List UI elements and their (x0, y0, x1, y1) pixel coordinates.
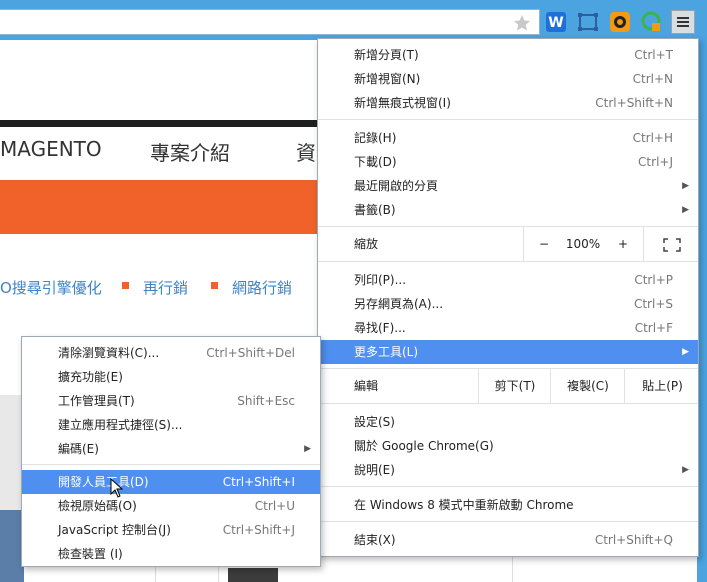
menu-item-view-source[interactable]: 檢視原始碼(O) Ctrl+U (22, 494, 320, 518)
zoom-level: 100% (565, 237, 601, 251)
zoom-out-button[interactable]: − (523, 227, 564, 261)
menu-item-new-incognito-window[interactable]: 新增無痕式視窗(I) Ctrl+Shift+N (318, 91, 698, 115)
menu-item-find[interactable]: 尋找(F)... Ctrl+F (318, 316, 698, 340)
edit-label: 編輯 (354, 379, 379, 393)
star-icon[interactable] (512, 13, 532, 33)
green-extension-icon[interactable] (640, 11, 662, 33)
svg-text:W: W (548, 15, 563, 31)
menu-item-inspect-devices[interactable]: 檢查裝置 (I) (22, 542, 320, 566)
menu-separator (318, 119, 698, 120)
subnav-link-marketing[interactable]: 網路行銷 (232, 277, 292, 298)
zoom-label: 縮放 (354, 237, 379, 251)
chevron-right-icon: ▶ (682, 465, 689, 475)
menu-separator (318, 486, 698, 487)
menu-separator (318, 261, 698, 262)
fullscreen-button[interactable] (643, 227, 700, 261)
nav-link-projects[interactable]: 專案介紹 (150, 137, 230, 166)
bullet-icon (211, 282, 218, 289)
subnav-link-seo[interactable]: O搜尋引擎優化 (0, 277, 102, 298)
menu-item-save-page-as[interactable]: 另存網頁為(A)... Ctrl+S (318, 292, 698, 316)
menu-item-javascript-console[interactable]: JavaScript 控制台(J) Ctrl+Shift+J (22, 518, 320, 542)
w-extension-icon[interactable]: W (545, 11, 567, 33)
bullet-icon (122, 282, 129, 289)
zoom-row: 縮放 − 100% + (318, 227, 698, 261)
window-extension-icon[interactable] (577, 11, 599, 33)
menu-item-print[interactable]: 列印(P)... Ctrl+P (318, 268, 698, 292)
menu-item-recent-tabs[interactable]: 最近開啟的分頁 ▶ (318, 174, 698, 198)
orange-extension-icon[interactable] (609, 11, 631, 33)
mouse-cursor-icon (110, 477, 124, 501)
address-bar[interactable] (0, 9, 540, 35)
menu-item-encoding[interactable]: 編碼(E) ▶ (22, 437, 320, 461)
content-thumbnail (228, 568, 278, 582)
chevron-right-icon: ▶ (304, 444, 311, 454)
menu-item-history[interactable]: 記錄(H) Ctrl+H (318, 126, 698, 150)
chrome-main-menu: 新增分頁(T) Ctrl+T 新增視窗(N) Ctrl+N 新增無痕式視窗(I) Ct… (317, 38, 699, 557)
copy-button[interactable]: 複製(C) (550, 369, 625, 403)
menu-item-clear-browsing-data[interactable]: 清除瀏覽資料(C)... Ctrl+Shift+Del (22, 341, 320, 365)
zoom-in-button[interactable]: + (603, 227, 643, 261)
menu-item-more-tools[interactable]: 更多工具(L) ▶ (318, 340, 698, 364)
chevron-right-icon: ▶ (682, 181, 689, 191)
menu-item-new-window[interactable]: 新增視窗(N) Ctrl+N (318, 67, 698, 91)
nav-link-more[interactable]: 資 (296, 137, 316, 166)
cut-button[interactable]: 剪下(T) (478, 369, 551, 403)
menu-separator (318, 521, 698, 522)
menu-item-create-shortcut[interactable]: 建立應用程式捷徑(S)... (22, 413, 320, 437)
chrome-menu-icon (677, 17, 689, 27)
menu-item-developer-tools[interactable]: 開發人員工具(D) Ctrl+Shift+I (22, 470, 320, 494)
chrome-menu-button[interactable] (671, 10, 695, 34)
fullscreen-icon (663, 237, 681, 252)
menu-item-task-manager[interactable]: 工作管理員(T) Shift+Esc (22, 389, 320, 413)
menu-item-about-chrome[interactable]: 關於 Google Chrome(G) (318, 434, 698, 458)
menu-separator (318, 403, 698, 404)
menu-item-exit[interactable]: 結束(X) Ctrl+Shift+Q (318, 528, 698, 552)
menu-item-settings[interactable]: 設定(S) (318, 410, 698, 434)
subnav-link-remarketing[interactable]: 再行銷 (143, 277, 188, 298)
menu-item-bookmarks[interactable]: 書籤(B) ▶ (318, 198, 698, 222)
nav-link-magento[interactable]: MAGENTO (0, 137, 102, 161)
paste-button[interactable]: 貼上(P) (624, 369, 700, 403)
menu-item-restart-windows8[interactable]: 在 Windows 8 模式中重新啟動 Chrome (318, 493, 698, 517)
more-tools-submenu: 清除瀏覽資料(C)... Ctrl+Shift+Del 擴充功能(E) 工作管理員… (21, 336, 321, 567)
edit-row: 編輯 剪下(T) 複製(C) 貼上(P) (318, 369, 698, 403)
chevron-right-icon: ▶ (682, 205, 689, 215)
menu-item-downloads[interactable]: 下載(D) Ctrl+J (318, 150, 698, 174)
menu-separator (22, 464, 320, 465)
menu-item-new-tab[interactable]: 新增分頁(T) Ctrl+T (318, 43, 698, 67)
chevron-right-icon: ▶ (682, 347, 689, 357)
menu-item-extensions[interactable]: 擴充功能(E) (22, 365, 320, 389)
menu-item-help[interactable]: 說明(E) ▶ (318, 458, 698, 482)
